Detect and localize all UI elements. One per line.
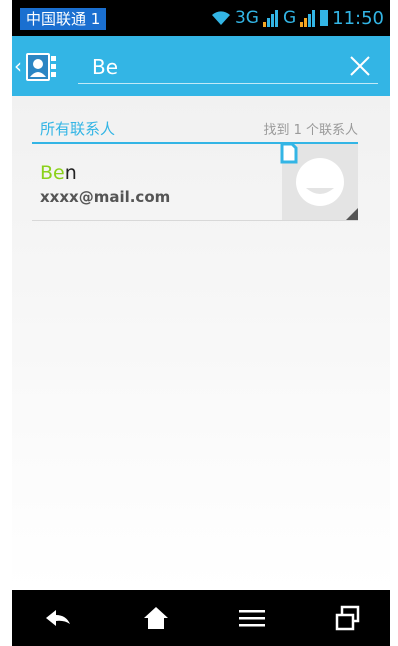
- search-input[interactable]: Be: [78, 50, 378, 84]
- phone-screen: 中国联通 1 3G G 11:50 ‹ Be 所有联系人 找到 1 个联系人 B…: [12, 0, 390, 646]
- back-icon[interactable]: [42, 604, 74, 632]
- status-icons: 3G G 11:50: [211, 6, 384, 30]
- recent-apps-icon[interactable]: [332, 604, 364, 632]
- signal-icon: [262, 10, 278, 27]
- contact-name-match: Be: [40, 162, 65, 184]
- section-header: 所有联系人 找到 1 个联系人: [32, 116, 358, 144]
- search-bar: ‹ Be: [12, 36, 390, 96]
- avatar[interactable]: [280, 142, 358, 220]
- contact-list-item[interactable]: Ben xxxx@mail.com: [32, 142, 358, 221]
- navigation-bar: [12, 590, 390, 646]
- wifi-icon: [211, 11, 230, 25]
- carrier-label: 中国联通 1: [20, 8, 107, 30]
- clear-search-icon[interactable]: [348, 54, 372, 78]
- sim-card-icon: [280, 142, 298, 164]
- network-type-label-2: G: [282, 8, 297, 28]
- contact-name: Ben: [40, 162, 77, 184]
- battery-icon: [320, 10, 329, 26]
- contacts-app-icon[interactable]: [24, 50, 58, 84]
- result-count: 找到 1 个联系人: [263, 123, 358, 138]
- signal-icon-2: [300, 10, 316, 27]
- status-bar: 中国联通 1 3G G 11:50: [12, 0, 390, 36]
- network-type-label: 3G: [234, 8, 259, 28]
- back-chevron-icon[interactable]: ‹: [14, 54, 22, 78]
- contact-email: xxxx@mail.com: [40, 188, 171, 206]
- clock: 11:50: [332, 7, 384, 29]
- contact-name-rest: n: [64, 162, 77, 184]
- menu-icon[interactable]: [236, 604, 268, 632]
- results-panel: 所有联系人 找到 1 个联系人 Ben xxxx@mail.com: [12, 96, 390, 590]
- home-icon[interactable]: [140, 604, 172, 632]
- section-title: 所有联系人: [40, 120, 116, 138]
